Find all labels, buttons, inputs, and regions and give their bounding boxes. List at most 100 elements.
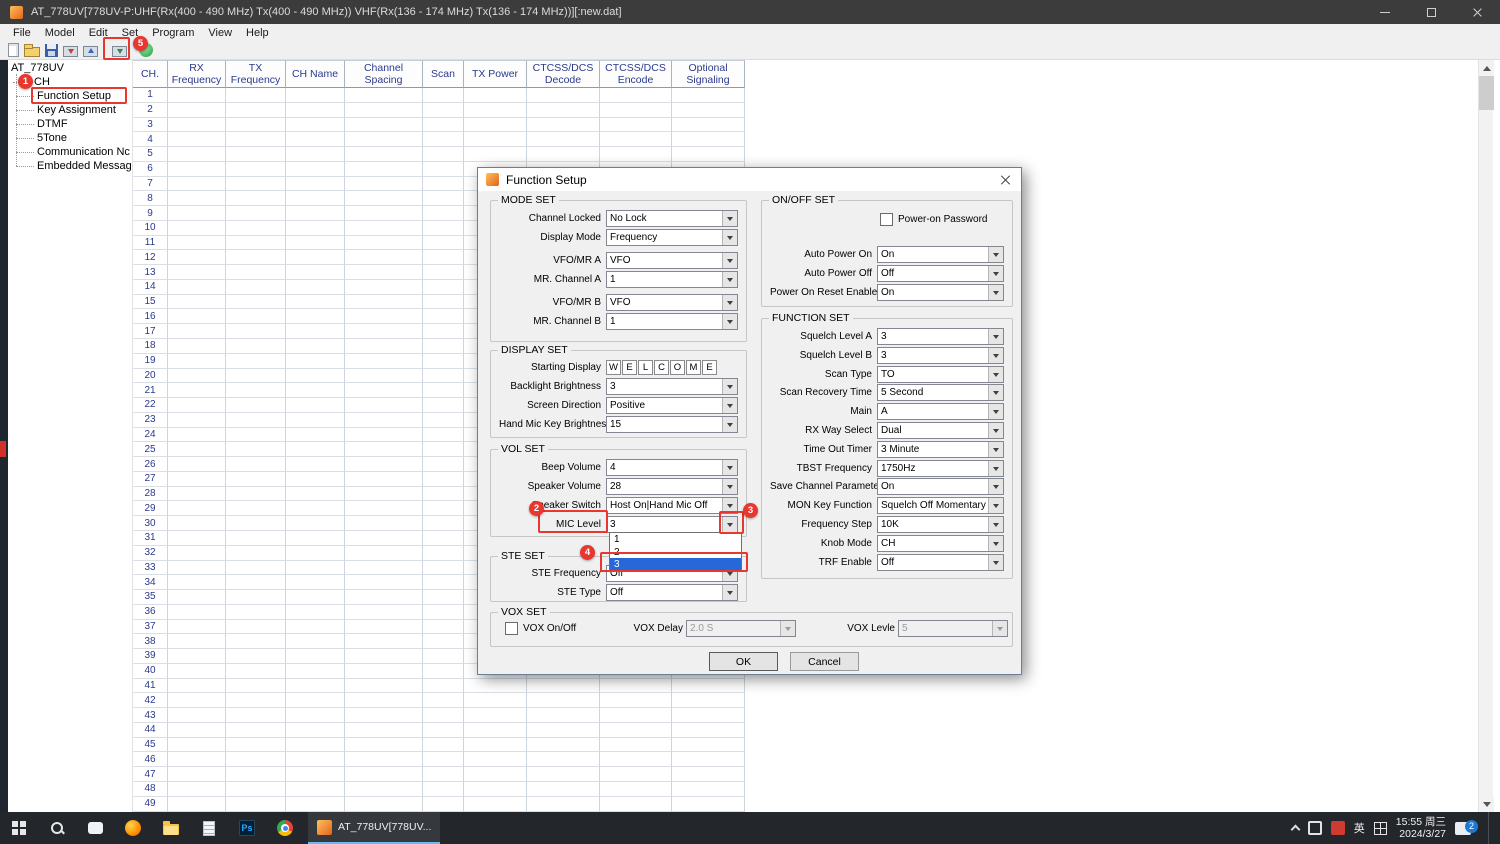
table-row[interactable]: 42: [133, 693, 745, 708]
ch-name-cell[interactable]: [286, 309, 345, 324]
rx-frequency-cell[interactable]: [168, 177, 226, 192]
dropdown[interactable]: 28: [606, 478, 738, 495]
dropdown[interactable]: 3: [877, 328, 1004, 345]
ch-name-cell[interactable]: [286, 679, 345, 694]
tree-item-embedded-message[interactable]: Embedded Messag: [37, 159, 132, 173]
tx-frequency-cell[interactable]: [226, 782, 286, 797]
scan-cell[interactable]: [423, 797, 464, 812]
table-row[interactable]: 48: [133, 782, 745, 797]
ctcss-encode-cell[interactable]: [600, 767, 672, 782]
ch-name-cell[interactable]: [286, 295, 345, 310]
ime-indicator[interactable]: 英: [1354, 820, 1365, 836]
dropdown[interactable]: On: [877, 478, 1004, 495]
dropdown[interactable]: Off: [606, 584, 738, 601]
dropdown[interactable]: On: [877, 284, 1004, 301]
open-file-icon[interactable]: [24, 47, 40, 57]
tray-expand-icon[interactable]: [1290, 825, 1300, 835]
dropdown[interactable]: On: [877, 246, 1004, 263]
channel-spacing-cell[interactable]: [345, 369, 423, 384]
scan-cell[interactable]: [423, 664, 464, 679]
scan-cell[interactable]: [423, 546, 464, 561]
scan-cell[interactable]: [423, 354, 464, 369]
ch-name-cell[interactable]: [286, 280, 345, 295]
scan-cell[interactable]: [423, 457, 464, 472]
scan-cell[interactable]: [423, 88, 464, 103]
ch-name-cell[interactable]: [286, 398, 345, 413]
ctcss-decode-cell[interactable]: [527, 767, 600, 782]
tx-frequency-cell[interactable]: [226, 162, 286, 177]
notification-center-icon[interactable]: 2: [1455, 822, 1471, 835]
menu-item[interactable]: Help: [239, 27, 276, 39]
channel-spacing-cell[interactable]: [345, 767, 423, 782]
channel-spacing-cell[interactable]: [345, 531, 423, 546]
optional-signaling-cell[interactable]: [672, 782, 745, 797]
table-row[interactable]: 43: [133, 708, 745, 723]
close-button[interactable]: [1454, 0, 1500, 24]
rx-frequency-cell[interactable]: [168, 206, 226, 221]
chevron-down-icon[interactable]: [988, 479, 1003, 494]
channel-number-cell[interactable]: 31: [133, 531, 168, 546]
scrollbar-thumb[interactable]: [1479, 76, 1494, 110]
scan-cell[interactable]: [423, 295, 464, 310]
column-header[interactable]: CH Name: [286, 60, 345, 88]
scan-cell[interactable]: [423, 472, 464, 487]
channel-number-cell[interactable]: 40: [133, 664, 168, 679]
scan-cell[interactable]: [423, 752, 464, 767]
scan-cell[interactable]: [423, 280, 464, 295]
chevron-down-icon[interactable]: [988, 385, 1003, 400]
tx-power-cell[interactable]: [464, 752, 527, 767]
rx-frequency-cell[interactable]: [168, 634, 226, 649]
ch-name-cell[interactable]: [286, 634, 345, 649]
optional-signaling-cell[interactable]: [672, 752, 745, 767]
new-file-icon[interactable]: [8, 43, 19, 57]
ch-name-cell[interactable]: [286, 738, 345, 753]
scroll-up-button[interactable]: [1479, 60, 1494, 75]
ch-name-cell[interactable]: [286, 708, 345, 723]
scan-cell[interactable]: [423, 191, 464, 206]
tx-frequency-cell[interactable]: [226, 546, 286, 561]
table-row[interactable]: 47: [133, 767, 745, 782]
channel-spacing-cell[interactable]: [345, 590, 423, 605]
ch-name-cell[interactable]: [286, 88, 345, 103]
ctcss-encode-cell[interactable]: [600, 103, 672, 118]
tx-frequency-cell[interactable]: [226, 723, 286, 738]
rx-frequency-cell[interactable]: [168, 679, 226, 694]
taskbar-chat-app[interactable]: [76, 812, 114, 844]
optional-signaling-cell[interactable]: [672, 738, 745, 753]
channel-number-cell[interactable]: 34: [133, 575, 168, 590]
chevron-down-icon[interactable]: [988, 555, 1003, 570]
tx-power-cell[interactable]: [464, 103, 527, 118]
chevron-down-icon[interactable]: [988, 442, 1003, 457]
ch-name-cell[interactable]: [286, 723, 345, 738]
channel-number-cell[interactable]: 33: [133, 561, 168, 576]
scan-cell[interactable]: [423, 147, 464, 162]
channel-number-cell[interactable]: 9: [133, 206, 168, 221]
ch-name-cell[interactable]: [286, 162, 345, 177]
ctcss-encode-cell[interactable]: [600, 738, 672, 753]
channel-number-cell[interactable]: 7: [133, 177, 168, 192]
scan-cell[interactable]: [423, 738, 464, 753]
tx-frequency-cell[interactable]: [226, 708, 286, 723]
ctcss-encode-cell[interactable]: [600, 132, 672, 147]
ctcss-encode-cell[interactable]: [600, 118, 672, 133]
ch-name-cell[interactable]: [286, 354, 345, 369]
chevron-down-icon[interactable]: [722, 417, 737, 432]
display-letter-box[interactable]: M: [686, 360, 701, 375]
ctcss-encode-cell[interactable]: [600, 708, 672, 723]
channel-number-cell[interactable]: 28: [133, 487, 168, 502]
scan-cell[interactable]: [423, 398, 464, 413]
ch-name-cell[interactable]: [286, 561, 345, 576]
channel-spacing-cell[interactable]: [345, 487, 423, 502]
tray-app-icon[interactable]: [1308, 821, 1322, 835]
scan-cell[interactable]: [423, 265, 464, 280]
dialog-close-icon[interactable]: [999, 174, 1011, 186]
taskbar-chrome-app[interactable]: [266, 812, 304, 844]
column-header[interactable]: CTCSS/DCS Encode: [600, 60, 672, 88]
rx-frequency-cell[interactable]: [168, 501, 226, 516]
optional-signaling-cell[interactable]: [672, 723, 745, 738]
channel-spacing-cell[interactable]: [345, 693, 423, 708]
tx-power-cell[interactable]: [464, 88, 527, 103]
chevron-down-icon[interactable]: [988, 348, 1003, 363]
channel-number-cell[interactable]: 45: [133, 738, 168, 753]
table-row[interactable]: 46: [133, 752, 745, 767]
